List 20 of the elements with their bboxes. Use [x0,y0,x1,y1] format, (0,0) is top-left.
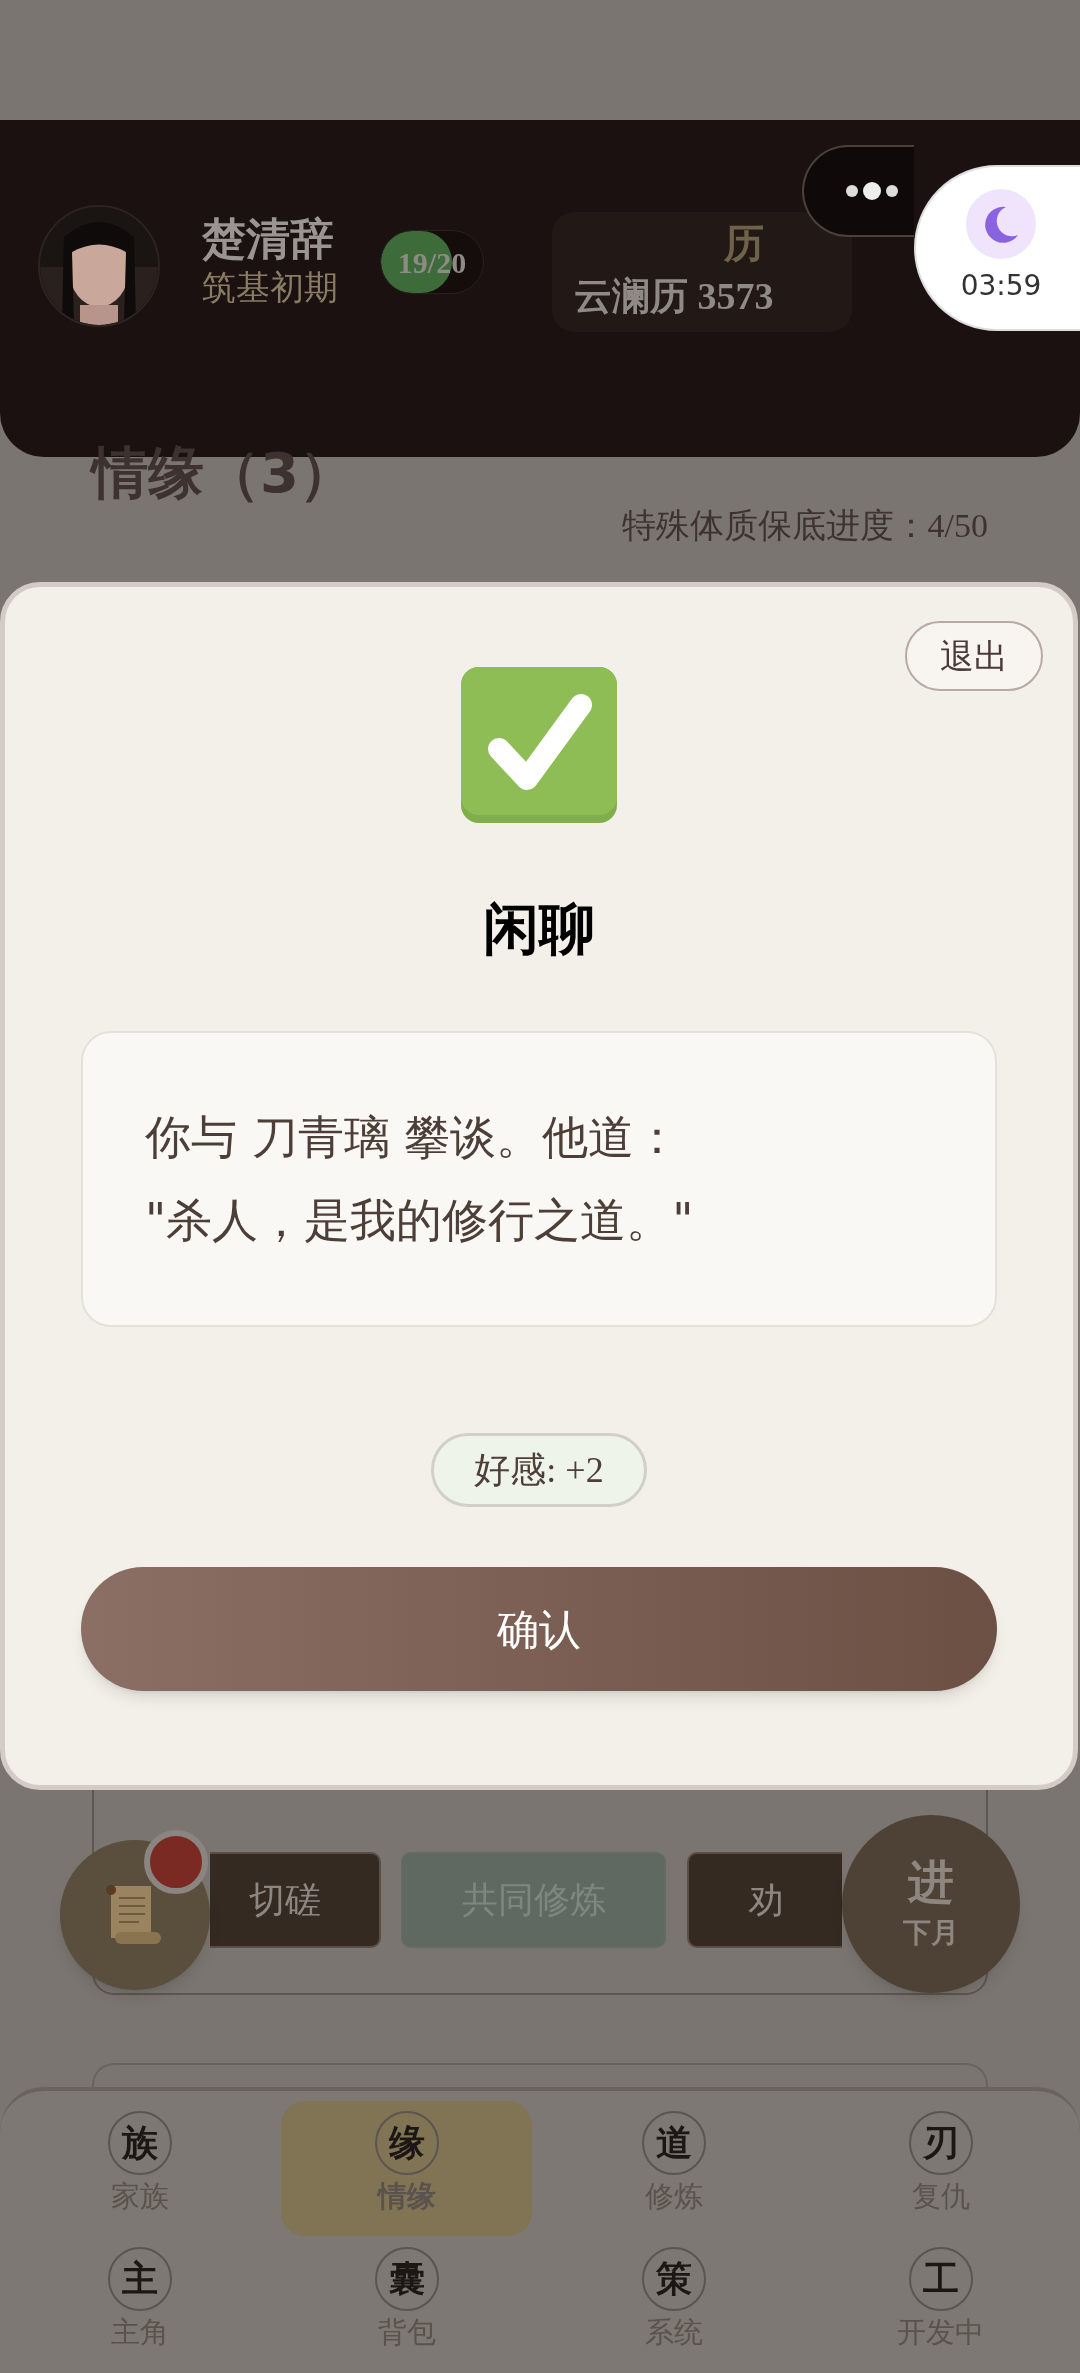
message-text: "杀人，是我的修行之道。" [145,1192,695,1249]
dialog-title: 闲聊 [483,895,595,963]
moon-icon [966,189,1036,259]
calendar-glyph: 历 [724,219,764,268]
more-icon[interactable] [844,182,900,200]
realm-label: 筑基初期 [202,266,338,309]
character-name: 楚清辞 [202,212,335,266]
confirm-button[interactable]: 确认 [81,1567,997,1691]
exit-button[interactable]: 退出 [905,621,1043,691]
capsule-menu[interactable] [802,145,914,237]
next-month-button[interactable]: 进 下月 [842,1815,1020,1993]
calendar-date: 云澜历 3573 [574,274,774,319]
check-icon [459,665,619,825]
progress-note: 特殊体质保底进度：4/50 [621,506,988,546]
action-button[interactable]: 劝 [687,1852,842,1948]
timer-widget[interactable]: 03:59 [914,165,1080,331]
timer-text: 03:59 [960,268,1042,304]
action-button[interactable]: 切磋 [210,1852,381,1948]
message-text: 你与 刀青璃 攀谈。他道： [145,1108,682,1166]
affection-badge: 好感: +2 [431,1433,647,1507]
